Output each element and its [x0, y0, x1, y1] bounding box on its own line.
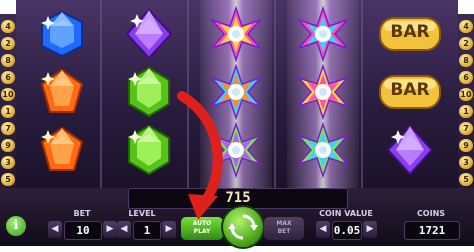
max-bet-label-line1: MAX — [276, 220, 292, 227]
payline-number[interactable]: 6 — [459, 71, 473, 84]
payline-column-left: 4 2 8 6 10 1 7 9 3 5 — [0, 14, 16, 192]
wild-star-icon — [200, 122, 272, 178]
level-label: LEVEL — [128, 209, 156, 218]
payline-number[interactable]: 10 — [1, 88, 15, 101]
payline-number[interactable]: 2 — [459, 37, 473, 50]
chevron-right-icon: ▶ — [366, 224, 374, 234]
wild-star-icon — [287, 6, 359, 62]
chevron-left-icon: ◀ — [120, 224, 128, 234]
slot-game: 4 2 8 6 10 1 7 9 3 5 BAR BAR 4 2 8 6 10 … — [0, 0, 474, 252]
payline-number[interactable]: 1 — [1, 105, 15, 118]
reel-5: BAR BAR — [374, 0, 446, 188]
payline-number[interactable]: 6 — [1, 71, 15, 84]
wild-star-icon — [200, 6, 272, 62]
coin-value-increase-button[interactable]: ▶ — [363, 221, 377, 238]
bet-increase-button[interactable]: ▶ — [103, 221, 117, 238]
payline-number[interactable]: 1 — [459, 105, 473, 118]
payline-number[interactable]: 9 — [459, 139, 473, 152]
wild-star-icon — [287, 64, 359, 120]
reel-1 — [26, 0, 98, 188]
payline-number[interactable]: 9 — [1, 139, 15, 152]
green-gem-icon — [113, 122, 185, 178]
payline-number[interactable]: 3 — [459, 156, 473, 169]
bet-label: BET — [73, 209, 91, 218]
bar-symbol: BAR — [374, 64, 446, 120]
payline-column-right: 4 2 8 6 10 1 7 9 3 5 — [458, 14, 474, 192]
level-increase-button[interactable]: ▶ — [162, 221, 176, 238]
coin-value-decrease-button[interactable]: ◀ — [316, 221, 330, 238]
info-button[interactable]: i — [6, 216, 26, 236]
coins-balance: 1721 — [404, 221, 460, 240]
max-bet-button[interactable]: MAX BET — [264, 217, 304, 240]
auto-play-button[interactable]: AUTO PLAY — [181, 217, 223, 240]
reel-3 — [200, 0, 272, 188]
bet-decrease-button[interactable]: ◀ — [48, 221, 62, 238]
bar-label: BAR — [390, 80, 430, 100]
payline-number[interactable]: 7 — [1, 122, 15, 135]
payline-number[interactable]: 10 — [459, 88, 473, 101]
reel-4 — [287, 0, 359, 188]
wild-star-icon — [287, 122, 359, 178]
chevron-left-icon: ◀ — [51, 224, 59, 234]
orange-gem-icon — [26, 122, 98, 178]
purple-gem-icon — [374, 122, 446, 178]
win-display: 715 — [128, 188, 348, 209]
purple-gem-icon — [113, 6, 185, 62]
circular-arrows-icon — [228, 214, 258, 240]
payline-number[interactable]: 2 — [1, 37, 15, 50]
auto-play-label-line2: PLAY — [193, 228, 211, 235]
reel-2 — [113, 0, 185, 188]
coin-value: 0.05 — [332, 221, 362, 240]
payline-number[interactable]: 8 — [1, 54, 15, 67]
orange-gem-icon — [26, 64, 98, 120]
chevron-right-icon: ▶ — [165, 224, 173, 234]
payline-number[interactable]: 4 — [1, 20, 15, 33]
payline-number[interactable]: 3 — [1, 156, 15, 169]
level-decrease-button[interactable]: ◀ — [117, 221, 131, 238]
payline-number[interactable]: 7 — [459, 122, 473, 135]
payline-number[interactable]: 5 — [459, 173, 473, 186]
payline-number[interactable]: 5 — [1, 173, 15, 186]
coin-value-label: COIN VALUE — [319, 209, 373, 218]
bar-symbol: BAR — [374, 6, 446, 62]
reel-area: BAR BAR — [16, 0, 458, 188]
spin-button[interactable] — [223, 207, 263, 247]
auto-play-label-line1: AUTO — [192, 220, 212, 227]
wild-star-icon — [200, 64, 272, 120]
level-value: 1 — [133, 221, 161, 240]
bet-value: 10 — [64, 221, 102, 240]
chevron-right-icon: ▶ — [106, 224, 114, 234]
payline-number[interactable]: 8 — [459, 54, 473, 67]
bar-label: BAR — [390, 22, 430, 42]
max-bet-label-line2: BET — [277, 228, 291, 235]
coins-label: COINS — [416, 209, 446, 218]
chevron-left-icon: ◀ — [319, 224, 327, 234]
win-amount: 715 — [225, 190, 251, 206]
payline-number[interactable]: 4 — [459, 20, 473, 33]
green-gem-icon — [113, 64, 185, 120]
blue-gem-icon — [26, 6, 98, 62]
